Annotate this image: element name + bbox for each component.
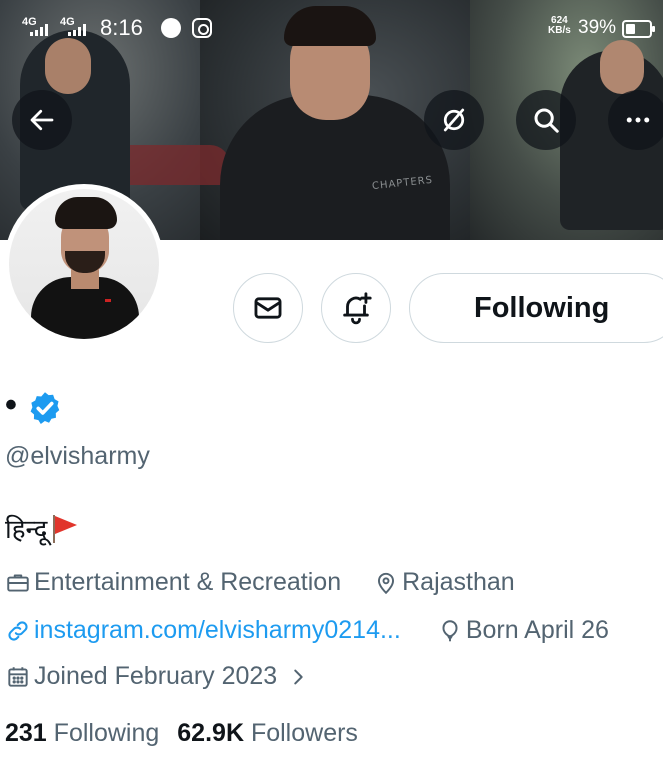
- joined-text: Joined February 2023: [34, 662, 278, 690]
- user-handle: @elvisharmy: [5, 442, 150, 470]
- instagram-icon: [192, 18, 212, 38]
- chevron-right-icon: [287, 666, 312, 688]
- following-count: 231: [5, 719, 47, 747]
- battery-percentage: 39%: [578, 17, 617, 38]
- birthday: Born April 26: [437, 616, 609, 645]
- message-button[interactable]: [233, 273, 303, 343]
- briefcase-icon: [7, 573, 29, 592]
- notifications-button[interactable]: [321, 273, 391, 343]
- followers-label: Followers: [250, 719, 358, 747]
- followers-count: 62.9K: [177, 719, 244, 747]
- bio-text: हिन्दू: [5, 514, 48, 544]
- profile-meta-row: Entertainment & Recreation Rajasthan: [5, 568, 515, 597]
- verified-badge-icon[interactable]: [27, 390, 63, 426]
- followers-count-link[interactable]: 62.9K Followers: [177, 719, 358, 748]
- slash-circle-icon: [443, 108, 465, 132]
- flag-icon: [51, 513, 78, 543]
- search-icon: [534, 108, 559, 133]
- status-bar: 4G 4G 8:16 624 KB/s 39%: [0, 0, 663, 56]
- category: Entertainment & Recreation: [5, 568, 341, 597]
- bell-plus-icon: [343, 292, 372, 325]
- arrow-left-icon: [30, 109, 54, 131]
- avatar-hair: [55, 197, 117, 229]
- display-name: •: [5, 386, 17, 424]
- link-icon: [8, 620, 28, 641]
- more-dots-icon: [626, 117, 650, 123]
- battery-icon: [622, 20, 655, 38]
- status-time: 8:16: [100, 15, 143, 40]
- location-pin-icon: [378, 572, 395, 594]
- follow-stats: 231 Following 62.9K Followers: [5, 719, 358, 748]
- search-button[interactable]: [516, 90, 576, 150]
- bio: हिन्दू: [5, 510, 78, 546]
- avatar-shirt-logo: [105, 299, 111, 302]
- location: Rajasthan: [373, 568, 515, 597]
- speed-unit: KB/s: [548, 25, 571, 36]
- notification-app-icon: [161, 18, 181, 38]
- more-options-button[interactable]: [608, 90, 663, 150]
- network-speed: 624 KB/s: [548, 16, 571, 36]
- location-text: Rajasthan: [402, 568, 515, 596]
- envelope-icon: [254, 297, 282, 319]
- signal-strength-icon: [30, 24, 48, 36]
- calendar-icon: [8, 666, 28, 687]
- balloon-icon: [442, 619, 458, 641]
- back-button[interactable]: [12, 90, 72, 150]
- following-label: Following: [53, 719, 160, 747]
- category-text: Entertainment & Recreation: [34, 568, 342, 596]
- following-button[interactable]: Following: [409, 273, 663, 343]
- following-count-link[interactable]: 231 Following: [5, 719, 159, 748]
- signal-strength-icon: [68, 24, 86, 36]
- joined-row[interactable]: Joined February 2023: [5, 662, 312, 691]
- profile-avatar[interactable]: [4, 184, 164, 344]
- website-link[interactable]: instagram.com/elvisharmy0214...: [34, 616, 401, 645]
- website[interactable]: instagram.com/elvisharmy0214...: [5, 616, 401, 645]
- unmention-button[interactable]: [424, 90, 484, 150]
- avatar-photo: [9, 189, 159, 339]
- profile-meta-row: instagram.com/elvisharmy0214... Born Apr…: [5, 616, 609, 645]
- birthday-text: Born April 26: [465, 616, 609, 644]
